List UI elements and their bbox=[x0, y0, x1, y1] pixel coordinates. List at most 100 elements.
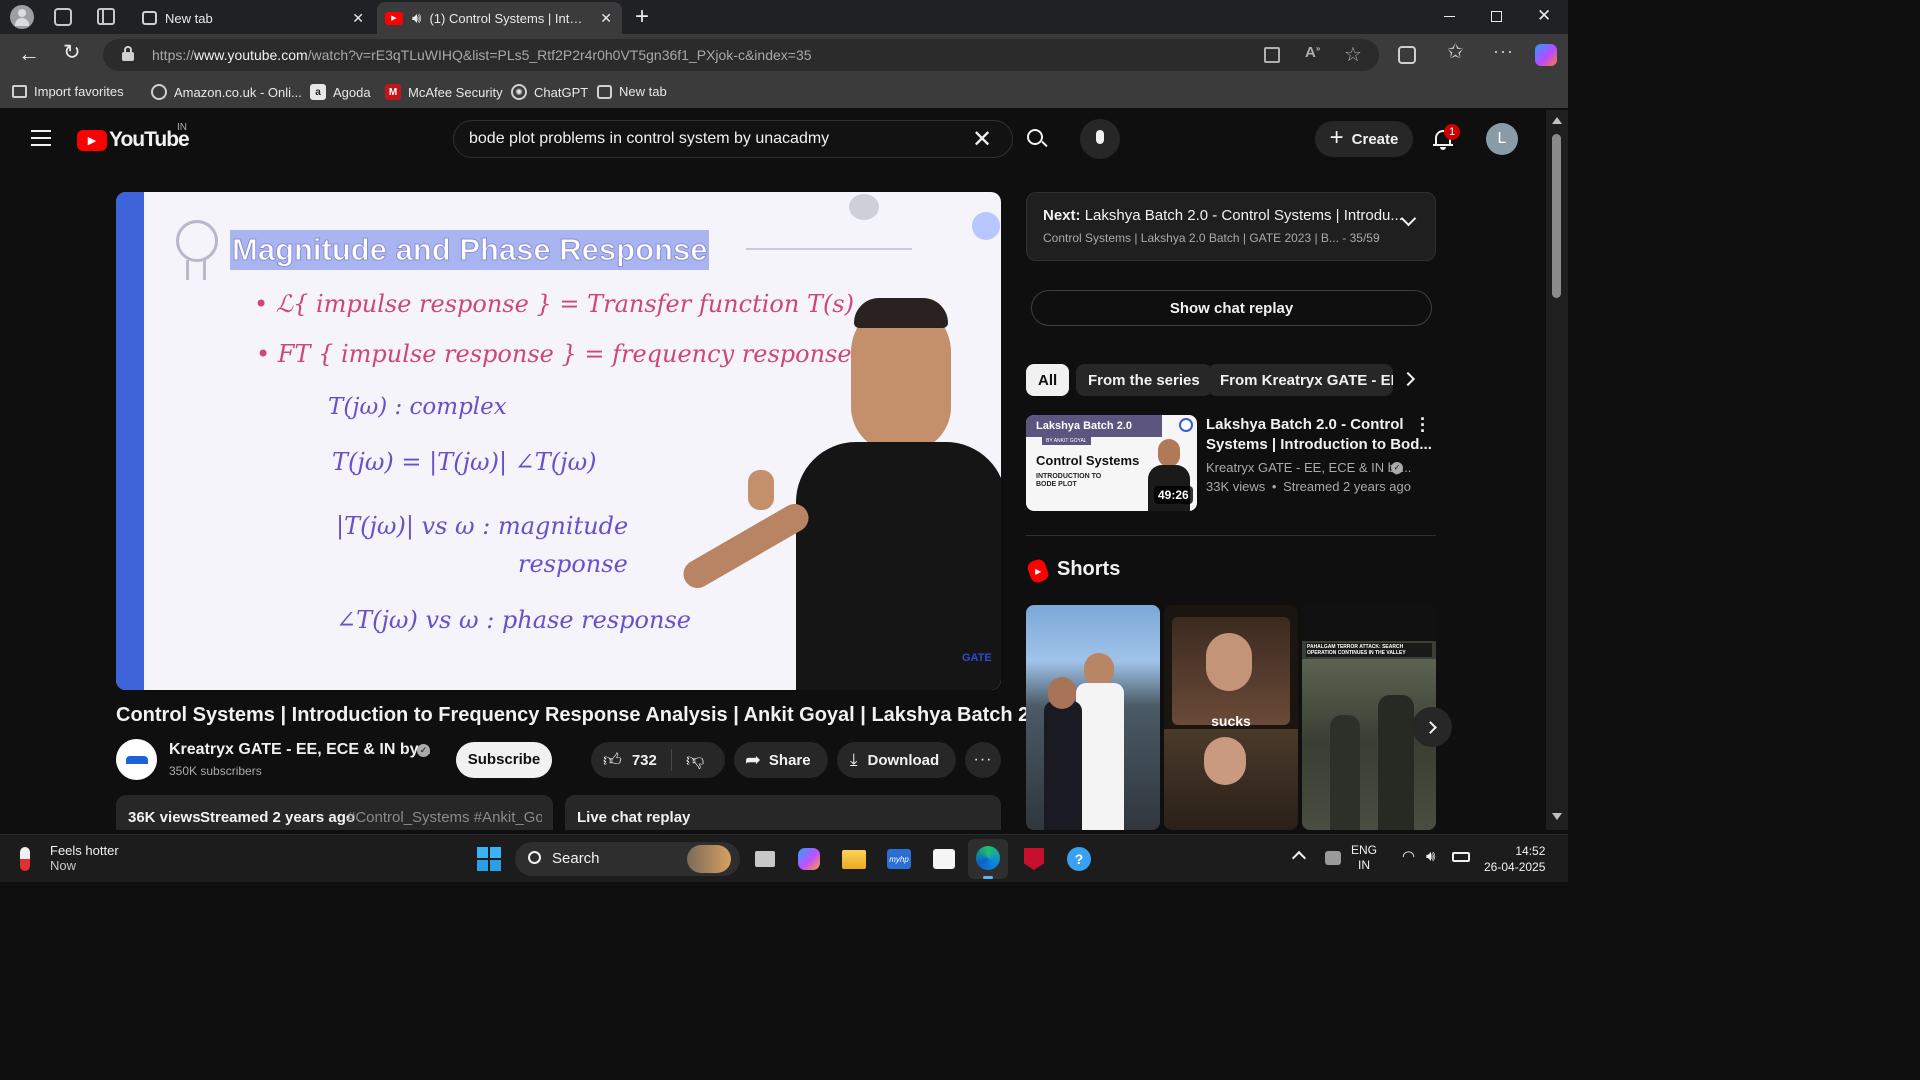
channel-avatar[interactable] bbox=[116, 739, 157, 780]
microphone-icon bbox=[1096, 130, 1104, 144]
address-toolbar: ← ↻ https://www.youtube.com/watch?v=rE3q… bbox=[0, 34, 1568, 76]
tab-youtube[interactable]: ▶ 🔊︎ (1) Control Systems | Introdu ✕ bbox=[377, 2, 622, 34]
copilot-icon[interactable] bbox=[1535, 44, 1557, 66]
myhp-icon[interactable]: myhp bbox=[883, 843, 915, 875]
shorts-next-button[interactable] bbox=[1412, 707, 1452, 747]
favorites-icon[interactable]: ✩ bbox=[1447, 39, 1464, 64]
flower-icon bbox=[972, 212, 1000, 240]
address-bar[interactable]: https://www.youtube.com/watch?v=rE3qTLuW… bbox=[103, 39, 1379, 71]
restore-icon[interactable] bbox=[1491, 11, 1502, 22]
lock-icon[interactable] bbox=[122, 46, 134, 61]
scroll-thumb[interactable] bbox=[1552, 134, 1561, 298]
menu-icon[interactable] bbox=[31, 130, 51, 146]
voice-search-button[interactable] bbox=[1080, 119, 1120, 159]
show-chat-replay-button[interactable]: Show chat replay bbox=[1031, 290, 1432, 326]
youtube-logo[interactable]: ▶ YouTube IN bbox=[77, 122, 190, 152]
show-hidden-icons[interactable] bbox=[1291, 850, 1307, 866]
favorite-newtab[interactable]: New tab bbox=[597, 84, 667, 99]
weather-widget[interactable]: Feels hotter Now bbox=[20, 843, 119, 873]
subscribe-button[interactable]: Subscribe bbox=[456, 742, 552, 778]
chevron-down-icon[interactable] bbox=[1400, 210, 1417, 227]
thumbs-down-icon: 👎︎ bbox=[686, 750, 705, 770]
chip-from-series[interactable]: From the series bbox=[1076, 364, 1212, 396]
refresh-icon[interactable]: ↻ bbox=[63, 40, 81, 65]
avatar[interactable]: L bbox=[1486, 123, 1518, 155]
like-button[interactable]: 👍︎ 732 bbox=[591, 749, 671, 771]
chip-all[interactable]: All bbox=[1026, 364, 1070, 396]
read-aloud-icon[interactable]: A» bbox=[1305, 44, 1320, 61]
chevron-right-icon[interactable] bbox=[1400, 371, 1416, 387]
favorite-label: McAfee Security bbox=[408, 84, 503, 100]
mcafee-app-icon[interactable] bbox=[1018, 843, 1050, 875]
language-indicator[interactable]: ENG IN bbox=[1351, 843, 1377, 873]
tab-new-tab[interactable]: New tab ✕ bbox=[132, 2, 374, 34]
speaker-icon[interactable]: 🔊︎ bbox=[412, 10, 421, 27]
more-options-icon[interactable]: ··· bbox=[1493, 41, 1514, 62]
scroll-down-icon[interactable] bbox=[1552, 813, 1562, 820]
create-button[interactable]: + Create bbox=[1315, 121, 1413, 157]
search-input[interactable]: bode plot problems in control system by … bbox=[469, 130, 829, 148]
recommendation-thumbnail[interactable]: Lakshya Batch 2.0 BY ANKIT GOYAL Control… bbox=[1026, 415, 1197, 511]
wifi-icon[interactable]: ◠ bbox=[1402, 847, 1415, 865]
close-window-icon[interactable]: ✕ bbox=[1537, 6, 1551, 26]
favorite-agoda[interactable]: a Agoda bbox=[310, 84, 371, 100]
favorite-mcafee[interactable]: M McAfee Security bbox=[385, 84, 503, 100]
recommendation-channel[interactable]: Kreatryx GATE - EE, ECE & IN by... bbox=[1206, 460, 1411, 475]
close-tab-icon[interactable]: ✕ bbox=[600, 10, 612, 27]
hashtags[interactable]: #Control_Systems #Ankit_Go bbox=[347, 809, 542, 826]
divider bbox=[1026, 535, 1436, 536]
app-available-icon[interactable] bbox=[1264, 47, 1280, 63]
url-text[interactable]: https://www.youtube.com/watch?v=rE3qTLuW… bbox=[152, 47, 812, 63]
favorite-amazon[interactable]: Amazon.co.uk - Onli... bbox=[151, 84, 302, 100]
copilot-app-icon[interactable] bbox=[793, 843, 825, 875]
search-highlight-icon bbox=[687, 845, 731, 873]
description-box[interactable]: 36K views Streamed 2 years ago #Control_… bbox=[116, 795, 553, 830]
page-scrollbar[interactable] bbox=[1546, 110, 1568, 830]
favorite-chatgpt[interactable]: ✺ ChatGPT bbox=[511, 84, 588, 100]
edge-app-active[interactable] bbox=[968, 839, 1008, 879]
dislike-button[interactable]: 👎︎ bbox=[672, 749, 704, 771]
minimize-icon[interactable] bbox=[1444, 16, 1455, 17]
file-explorer-icon[interactable] bbox=[838, 843, 870, 875]
channel-name[interactable]: Kreatryx GATE - EE, ECE & IN by... bbox=[169, 741, 431, 759]
microsoft-store-icon[interactable] bbox=[928, 843, 960, 875]
more-actions-button[interactable]: ··· bbox=[965, 742, 1001, 778]
task-view-icon[interactable] bbox=[749, 843, 781, 875]
short-video-card[interactable] bbox=[1026, 605, 1160, 830]
video-player[interactable]: Magnitude and Phase Response • ℒ{ impuls… bbox=[116, 192, 1001, 690]
new-tab-plus-icon[interactable]: + bbox=[635, 3, 649, 31]
workspaces-icon[interactable] bbox=[54, 8, 72, 26]
windows-start-icon[interactable] bbox=[473, 843, 505, 875]
board-heading: Magnitude and Phase Response bbox=[230, 230, 710, 270]
profile-icon[interactable] bbox=[10, 5, 34, 29]
close-tab-icon[interactable]: ✕ bbox=[352, 10, 364, 27]
clock[interactable]: 14:52 26-04-2025 bbox=[1484, 843, 1545, 875]
favorite-import[interactable]: Import favorites bbox=[12, 84, 124, 99]
favorite-label: New tab bbox=[619, 84, 667, 99]
share-button[interactable]: ➦ Share bbox=[734, 742, 828, 778]
scroll-up-icon[interactable] bbox=[1552, 117, 1562, 124]
extensions-icon[interactable] bbox=[1398, 46, 1416, 64]
search-button[interactable] bbox=[1013, 120, 1060, 158]
edge-icon bbox=[976, 846, 1000, 870]
security-tray-icon[interactable] bbox=[1325, 851, 1341, 865]
share-icon: ➦ bbox=[745, 749, 761, 771]
up-next-card[interactable]: Next: Lakshya Batch 2.0 - Control System… bbox=[1026, 192, 1436, 261]
recommendation-more-icon[interactable]: · · · bbox=[1420, 410, 1426, 440]
recommendation-title-line: Systems | Introduction to Bod... bbox=[1206, 436, 1432, 453]
globe-icon bbox=[151, 84, 167, 100]
live-chat-replay-panel[interactable]: Live chat replay bbox=[565, 795, 1001, 830]
favorite-star-icon[interactable]: ☆ bbox=[1344, 42, 1362, 67]
battery-icon[interactable] bbox=[1452, 852, 1470, 862]
back-icon[interactable]: ← bbox=[18, 41, 40, 67]
help-app-icon[interactable]: ? bbox=[1063, 843, 1095, 875]
taskbar-search-box[interactable]: Search bbox=[515, 842, 740, 876]
download-button[interactable]: ⤓ Download bbox=[837, 742, 956, 778]
chip-from-channel[interactable]: From Kreatryx GATE - EE, bbox=[1208, 364, 1393, 396]
clear-search-icon[interactable]: ✕ bbox=[972, 125, 992, 154]
tab-actions-icon[interactable] bbox=[97, 8, 115, 25]
volume-icon[interactable]: 🔊︎ bbox=[1426, 848, 1435, 865]
short-video-card[interactable]: sucks bbox=[1164, 605, 1298, 830]
search-box[interactable]: bode plot problems in control system by … bbox=[453, 120, 1013, 158]
recommendation-title[interactable]: Lakshya Batch 2.0 - Control Systems | In… bbox=[1206, 415, 1432, 455]
